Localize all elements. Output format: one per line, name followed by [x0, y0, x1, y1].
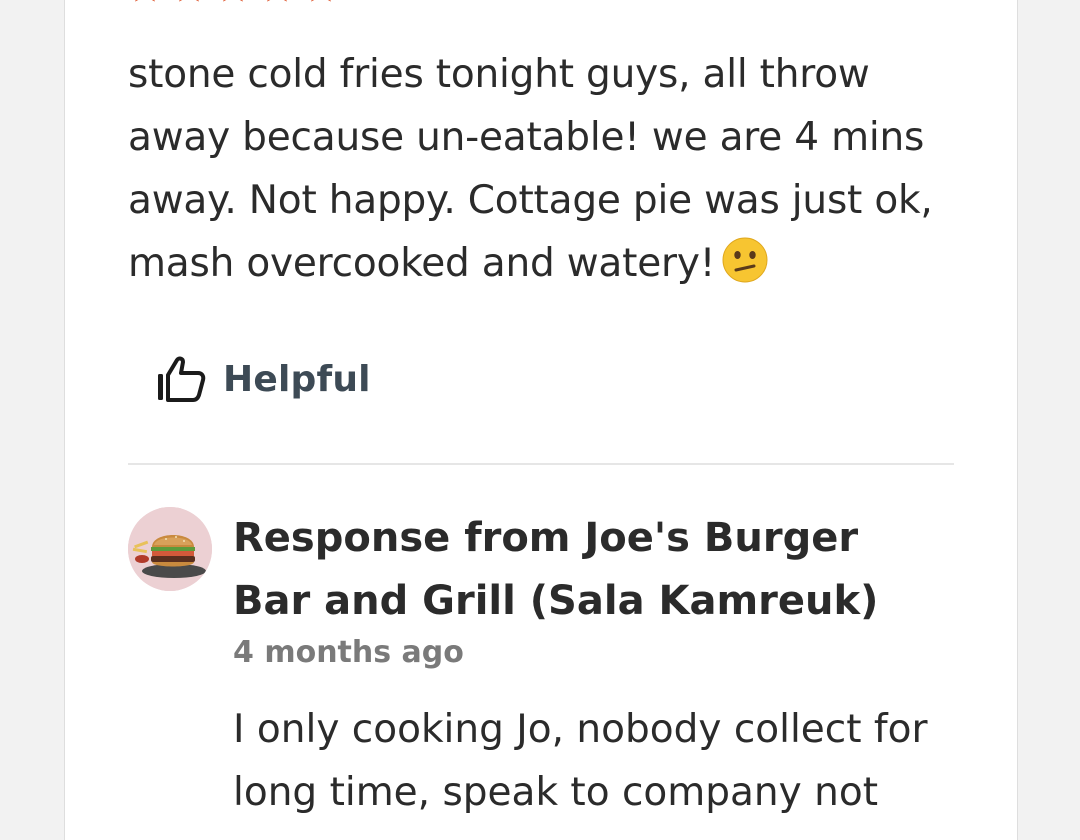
- response-timestamp: 4 months ago: [233, 635, 464, 670]
- star-icon: [311, 0, 331, 2]
- response-title: Response from Joe's Burger Bar and Grill…: [233, 515, 879, 624]
- helpful-button[interactable]: Helpful: [155, 352, 371, 406]
- thumbs-up-icon: [158, 356, 206, 402]
- response-text: I only cooking Jo, nobody collect for lo…: [233, 707, 928, 815]
- review-card: stone cold fries tonight guys, all throw…: [64, 0, 1018, 840]
- burger-icon: [128, 507, 212, 591]
- confused-face-icon: [722, 237, 768, 283]
- review-text: stone cold fries tonight guys, all throw…: [128, 43, 958, 295]
- business-avatar: [128, 507, 212, 591]
- review-body: stone cold fries tonight guys, all throw…: [128, 52, 933, 286]
- star-icon: [179, 0, 199, 2]
- star-icon: [223, 0, 243, 2]
- helpful-label: Helpful: [223, 358, 371, 400]
- star-icon: [267, 0, 287, 2]
- star-rating: [129, 0, 337, 2]
- divider: [128, 463, 954, 465]
- star-icon: [135, 0, 155, 2]
